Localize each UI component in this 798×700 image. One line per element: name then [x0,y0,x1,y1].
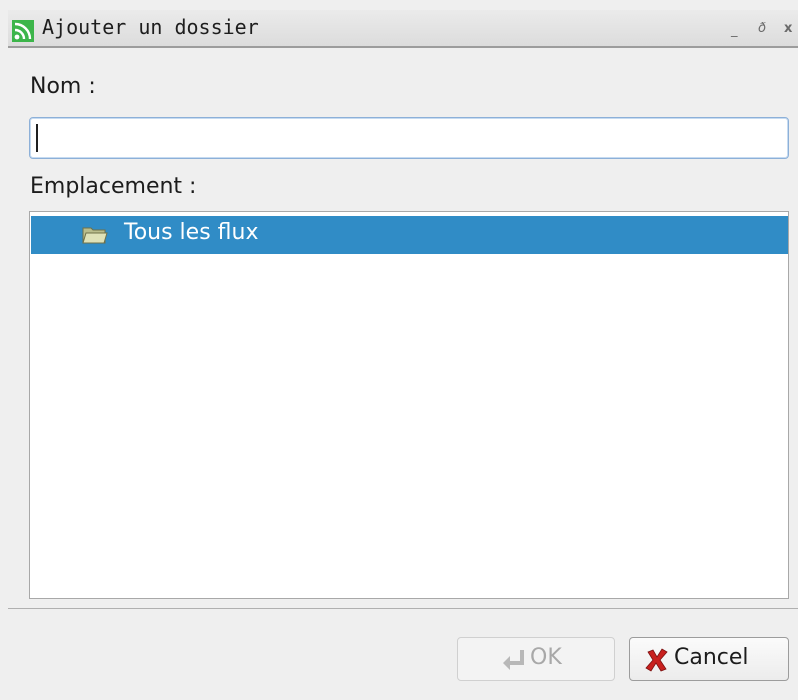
location-tree[interactable]: Tous les flux [29,211,789,599]
location-label: Emplacement : [30,174,197,199]
minimize-button[interactable]: _ [731,24,738,38]
cancel-button[interactable]: Cancel [629,637,789,681]
divider [8,608,798,609]
text-caret [36,124,38,152]
close-button[interactable]: x [784,22,792,36]
folder-open-icon [82,225,108,245]
name-label: Nom : [30,74,96,99]
ok-arrow-icon [500,647,526,673]
ok-label: OK [530,645,562,670]
cancel-label: Cancel [674,645,749,670]
ok-button[interactable]: OK [457,637,615,681]
title-bar[interactable]: Ajouter un dossier _ ð x [8,10,798,48]
tree-item-all-feeds[interactable]: Tous les flux [31,216,788,254]
maximize-button[interactable]: ð [758,22,766,36]
tree-item-label: Tous les flux [124,220,259,245]
add-folder-dialog: Ajouter un dossier _ ð x Nom : Emplaceme… [0,0,798,700]
name-input[interactable] [29,117,789,159]
rss-feed-icon [12,20,34,42]
window-title: Ajouter un dossier [42,15,259,39]
cancel-x-icon [644,647,670,673]
